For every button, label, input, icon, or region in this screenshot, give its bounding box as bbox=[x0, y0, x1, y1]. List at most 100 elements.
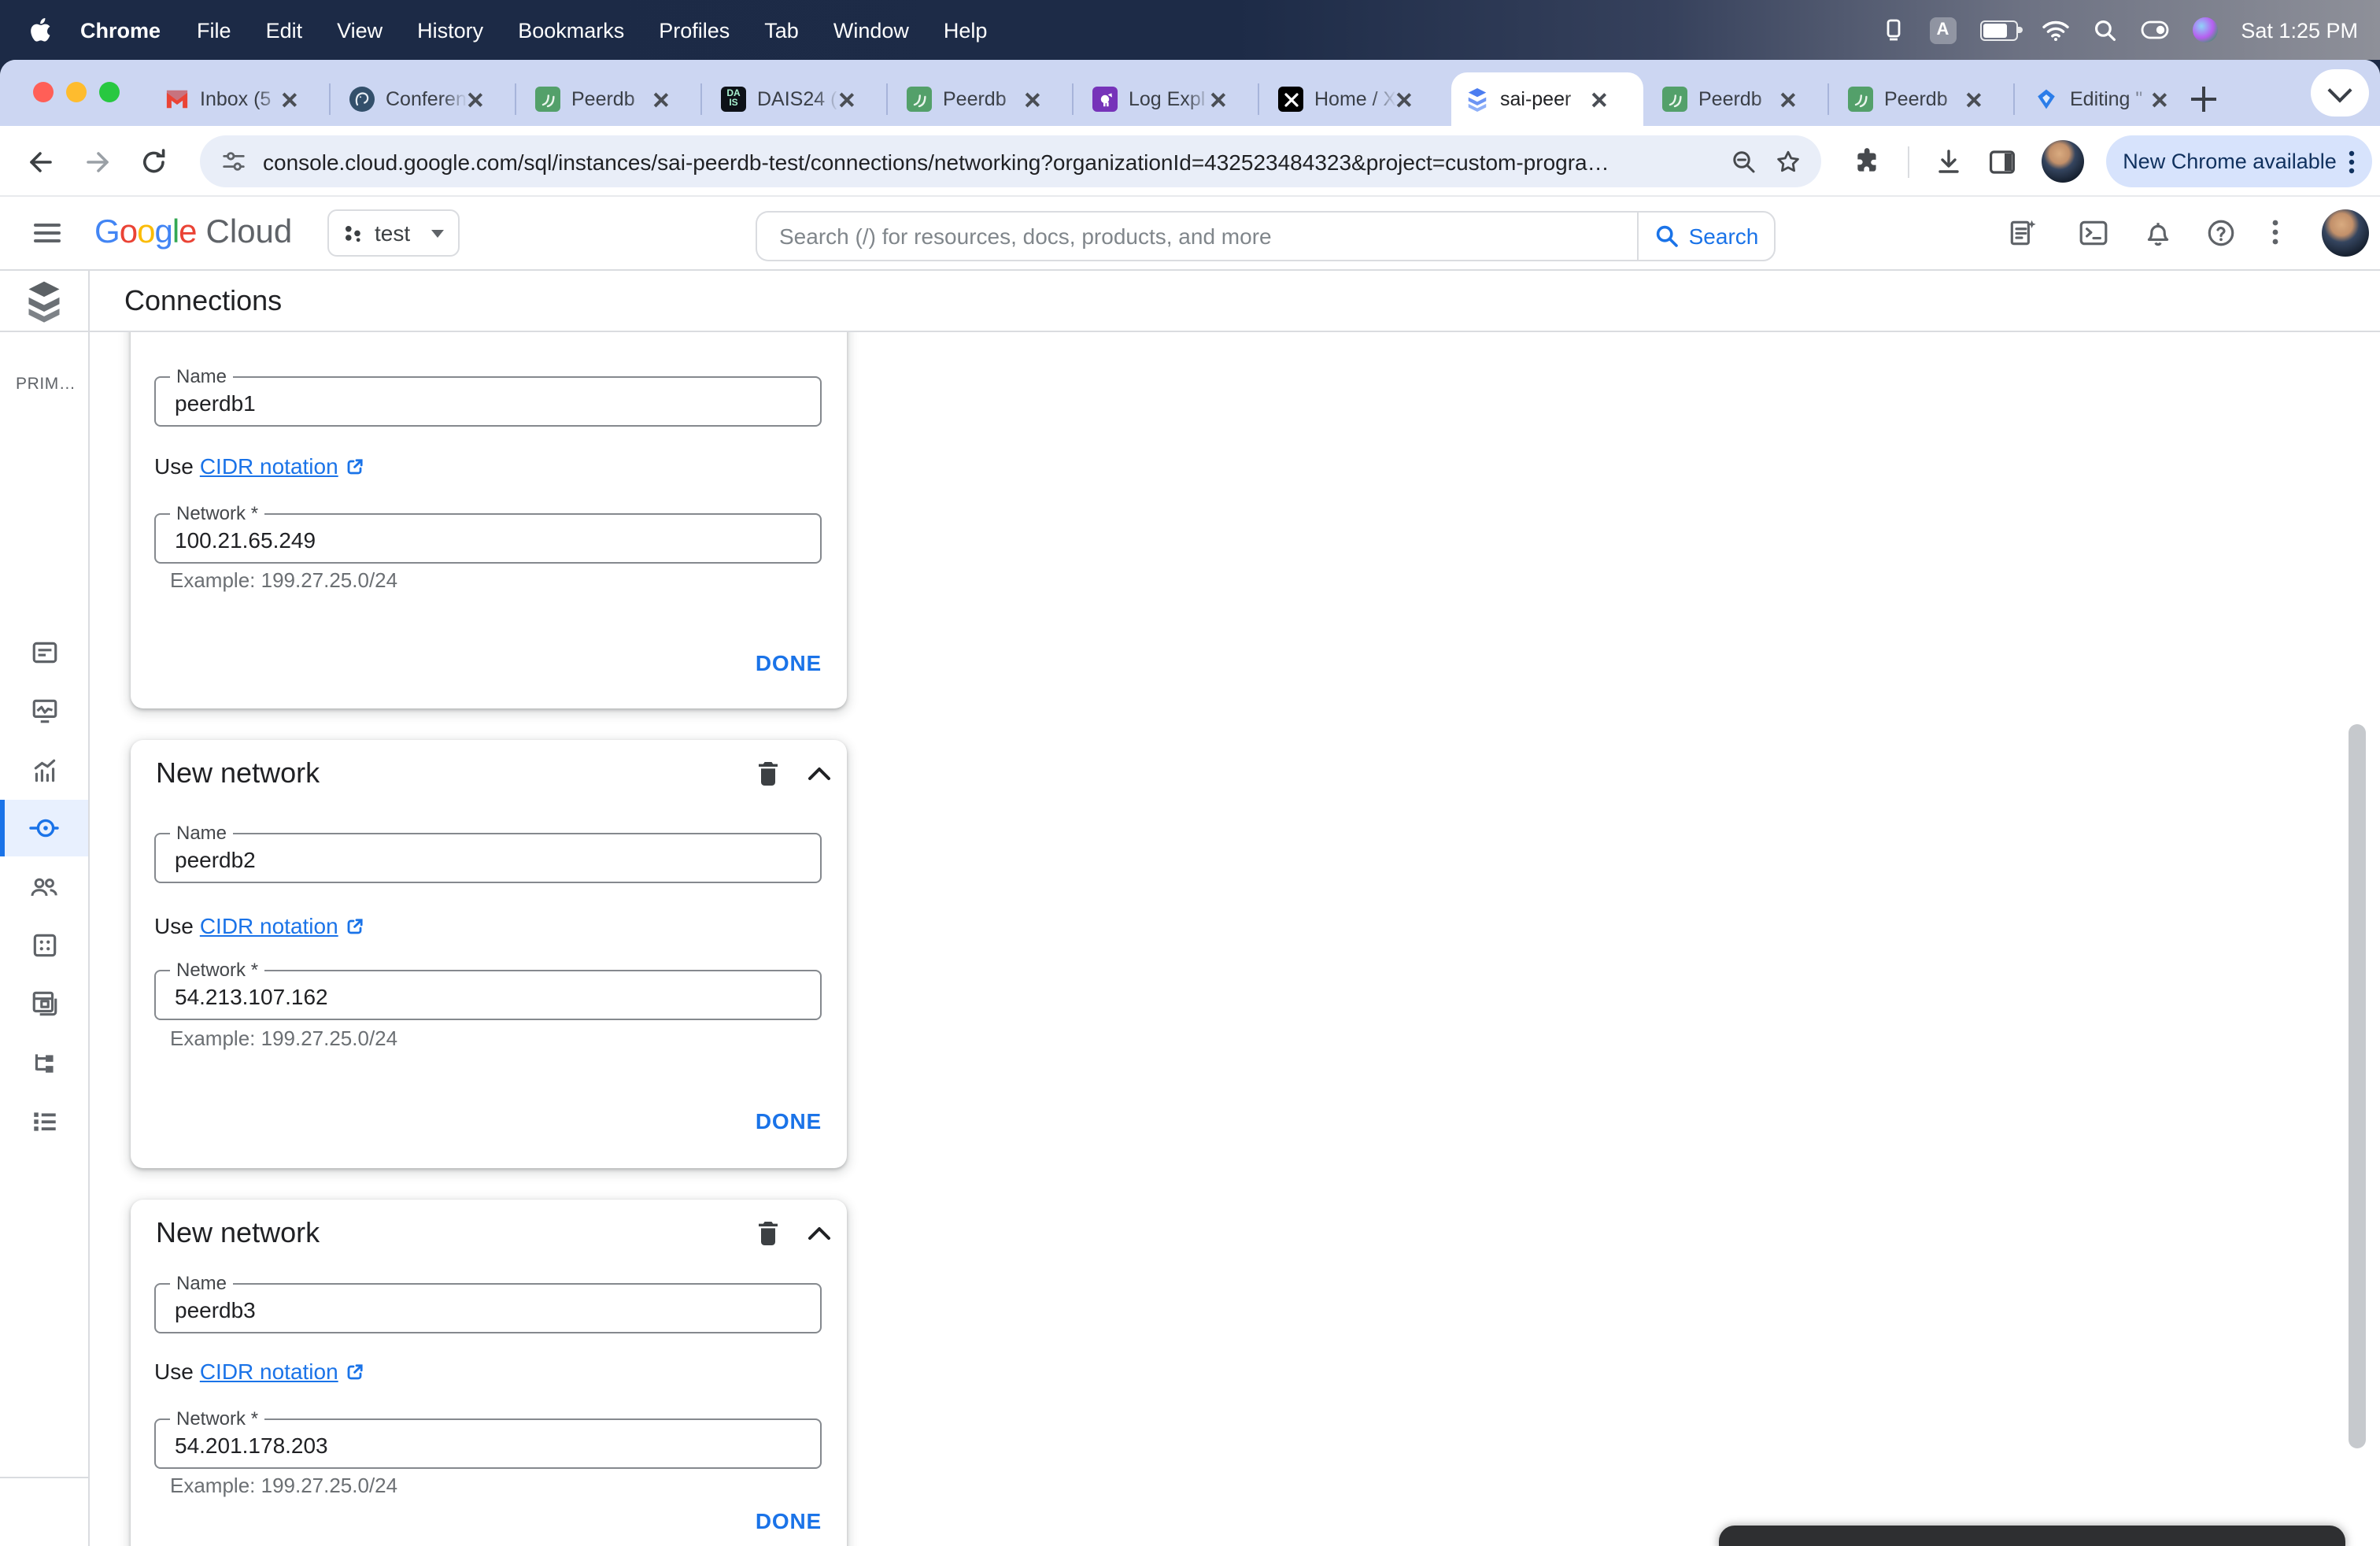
network-field[interactable]: Network * bbox=[154, 1407, 822, 1469]
collapse-card-button[interactable] bbox=[800, 1214, 837, 1252]
notifications-bell-icon[interactable] bbox=[2142, 217, 2174, 249]
hamburger-menu-icon[interactable] bbox=[31, 217, 63, 249]
tab-peerdb-2[interactable]: Peerdb bbox=[894, 72, 1070, 126]
more-options-icon[interactable] bbox=[2271, 217, 2279, 247]
menubar-clock[interactable]: Sat 1:25 PM bbox=[2241, 18, 2358, 42]
menu-help[interactable]: Help bbox=[926, 18, 1005, 42]
gcp-search-button[interactable]: Search bbox=[1637, 211, 1776, 261]
close-window-button[interactable] bbox=[33, 82, 54, 102]
close-tab-icon[interactable] bbox=[2152, 92, 2166, 106]
sidebar-item-monitoring[interactable] bbox=[0, 682, 88, 738]
close-tab-icon[interactable] bbox=[1780, 92, 1794, 106]
extensions-icon[interactable] bbox=[1853, 146, 1883, 176]
address-bar[interactable]: console.cloud.google.com/sql/instances/s… bbox=[200, 135, 1821, 187]
name-input[interactable] bbox=[156, 378, 820, 425]
tab-sai-peerdb-active[interactable]: sai-peer bbox=[1451, 72, 1643, 126]
cloud-sql-logo[interactable] bbox=[0, 271, 88, 332]
display-icon[interactable] bbox=[1880, 19, 1905, 41]
chrome-update-pill[interactable]: New Chrome available bbox=[2106, 135, 2372, 187]
network-field[interactable]: Network * bbox=[154, 959, 822, 1020]
close-tab-icon[interactable] bbox=[1025, 92, 1039, 106]
forward-button[interactable] bbox=[82, 146, 113, 178]
horizontal-scrollbar-thumb[interactable] bbox=[1719, 1526, 2345, 1546]
download-icon[interactable] bbox=[1933, 146, 1964, 178]
siri-icon[interactable] bbox=[2192, 17, 2218, 43]
app-a-icon[interactable]: A bbox=[1929, 17, 1957, 43]
tab-log-explorer[interactable]: Log Expl bbox=[1080, 72, 1256, 126]
close-tab-icon[interactable] bbox=[1966, 92, 1980, 106]
delete-network-button[interactable] bbox=[749, 754, 787, 792]
tab-editing-doc[interactable]: Editing " bbox=[2021, 72, 2197, 126]
site-settings-icon[interactable] bbox=[220, 148, 247, 175]
project-selector[interactable]: test bbox=[327, 209, 460, 257]
menu-view[interactable]: View bbox=[320, 18, 400, 42]
tab-peerdb-1[interactable]: Peerdb bbox=[523, 72, 699, 126]
apple-logo-icon[interactable] bbox=[28, 17, 52, 43]
menu-window[interactable]: Window bbox=[816, 18, 926, 42]
side-panel-icon[interactable] bbox=[1986, 146, 2018, 178]
tab-dais24[interactable]: DA IS DAIS24 ( bbox=[708, 72, 885, 126]
menu-edit[interactable]: Edit bbox=[249, 18, 320, 42]
browser-profile-avatar[interactable] bbox=[2042, 140, 2084, 183]
tab-peerdb-3[interactable]: Peerdb bbox=[1650, 72, 1826, 126]
bookmark-star-icon[interactable] bbox=[1774, 147, 1802, 176]
release-notes-icon[interactable] bbox=[2007, 217, 2038, 249]
sidebar-item-observability[interactable] bbox=[0, 742, 88, 798]
delete-network-button[interactable] bbox=[749, 1214, 787, 1252]
done-button[interactable]: DONE bbox=[756, 650, 822, 675]
spotlight-icon[interactable] bbox=[2093, 18, 2116, 42]
menu-tab[interactable]: Tab bbox=[747, 18, 816, 42]
tab-search-button[interactable] bbox=[2311, 69, 2369, 117]
url-text[interactable]: console.cloud.google.com/sql/instances/s… bbox=[263, 149, 1664, 174]
tab-x-home[interactable]: Home / X bbox=[1266, 72, 1442, 126]
name-field[interactable]: Name bbox=[154, 365, 822, 427]
name-field[interactable]: Name bbox=[154, 1272, 822, 1333]
sidebar-item-replicas[interactable] bbox=[0, 1034, 88, 1091]
reload-button[interactable] bbox=[139, 146, 170, 178]
menubar-app-name[interactable]: Chrome bbox=[61, 18, 179, 42]
battery-icon[interactable] bbox=[1979, 20, 2023, 40]
close-tab-icon[interactable] bbox=[1591, 92, 1606, 106]
close-tab-icon[interactable] bbox=[468, 92, 482, 106]
close-tab-icon[interactable] bbox=[1396, 92, 1410, 106]
close-tab-icon[interactable] bbox=[1210, 92, 1225, 106]
name-field[interactable]: Name bbox=[154, 822, 822, 883]
sidebar-item-overview[interactable] bbox=[0, 623, 88, 680]
name-input[interactable] bbox=[156, 834, 820, 882]
sidebar-item-connections[interactable] bbox=[0, 800, 88, 856]
close-tab-icon[interactable] bbox=[839, 92, 853, 106]
tab-conference[interactable]: Conferen bbox=[337, 72, 513, 126]
cidr-notation-link[interactable]: CIDR notation bbox=[200, 1359, 338, 1384]
menu-profiles[interactable]: Profiles bbox=[641, 18, 747, 42]
name-input[interactable] bbox=[156, 1285, 820, 1332]
sidebar-item-backups[interactable] bbox=[0, 975, 88, 1031]
cloud-shell-icon[interactable] bbox=[2078, 217, 2109, 249]
gcp-search-input[interactable]: Search (/) for resources, docs, products… bbox=[756, 211, 1637, 261]
zoom-window-button[interactable] bbox=[99, 82, 120, 102]
google-cloud-logo[interactable]: Google Cloud bbox=[94, 214, 292, 252]
network-field[interactable]: Network * bbox=[154, 502, 822, 564]
sidebar-item-operations[interactable] bbox=[0, 1093, 88, 1149]
sidebar-item-users[interactable] bbox=[0, 858, 88, 915]
zoom-out-icon[interactable] bbox=[1730, 147, 1758, 176]
help-icon[interactable] bbox=[2205, 217, 2237, 249]
collapse-card-button[interactable] bbox=[800, 754, 837, 792]
tab-inbox[interactable]: Inbox (5 bbox=[151, 72, 327, 126]
tab-peerdb-4[interactable]: Peerdb bbox=[1835, 72, 2012, 126]
menu-bookmarks[interactable]: Bookmarks bbox=[501, 18, 641, 42]
gcp-account-avatar[interactable] bbox=[2322, 209, 2369, 257]
wifi-icon[interactable] bbox=[2041, 20, 2069, 40]
cidr-notation-link[interactable]: CIDR notation bbox=[200, 453, 338, 479]
sidebar-item-databases[interactable] bbox=[0, 916, 88, 973]
done-button[interactable]: DONE bbox=[756, 1108, 822, 1134]
new-tab-button[interactable] bbox=[2191, 87, 2216, 112]
back-button[interactable] bbox=[25, 146, 57, 178]
minimize-window-button[interactable] bbox=[66, 82, 87, 102]
close-tab-icon[interactable] bbox=[282, 92, 296, 106]
control-center-icon[interactable] bbox=[2140, 20, 2168, 39]
more-menu-icon[interactable] bbox=[2349, 149, 2356, 174]
menu-history[interactable]: History bbox=[400, 18, 501, 42]
close-tab-icon[interactable] bbox=[653, 92, 667, 106]
menu-file[interactable]: File bbox=[179, 18, 249, 42]
vertical-scrollbar-thumb[interactable] bbox=[2349, 724, 2366, 1448]
